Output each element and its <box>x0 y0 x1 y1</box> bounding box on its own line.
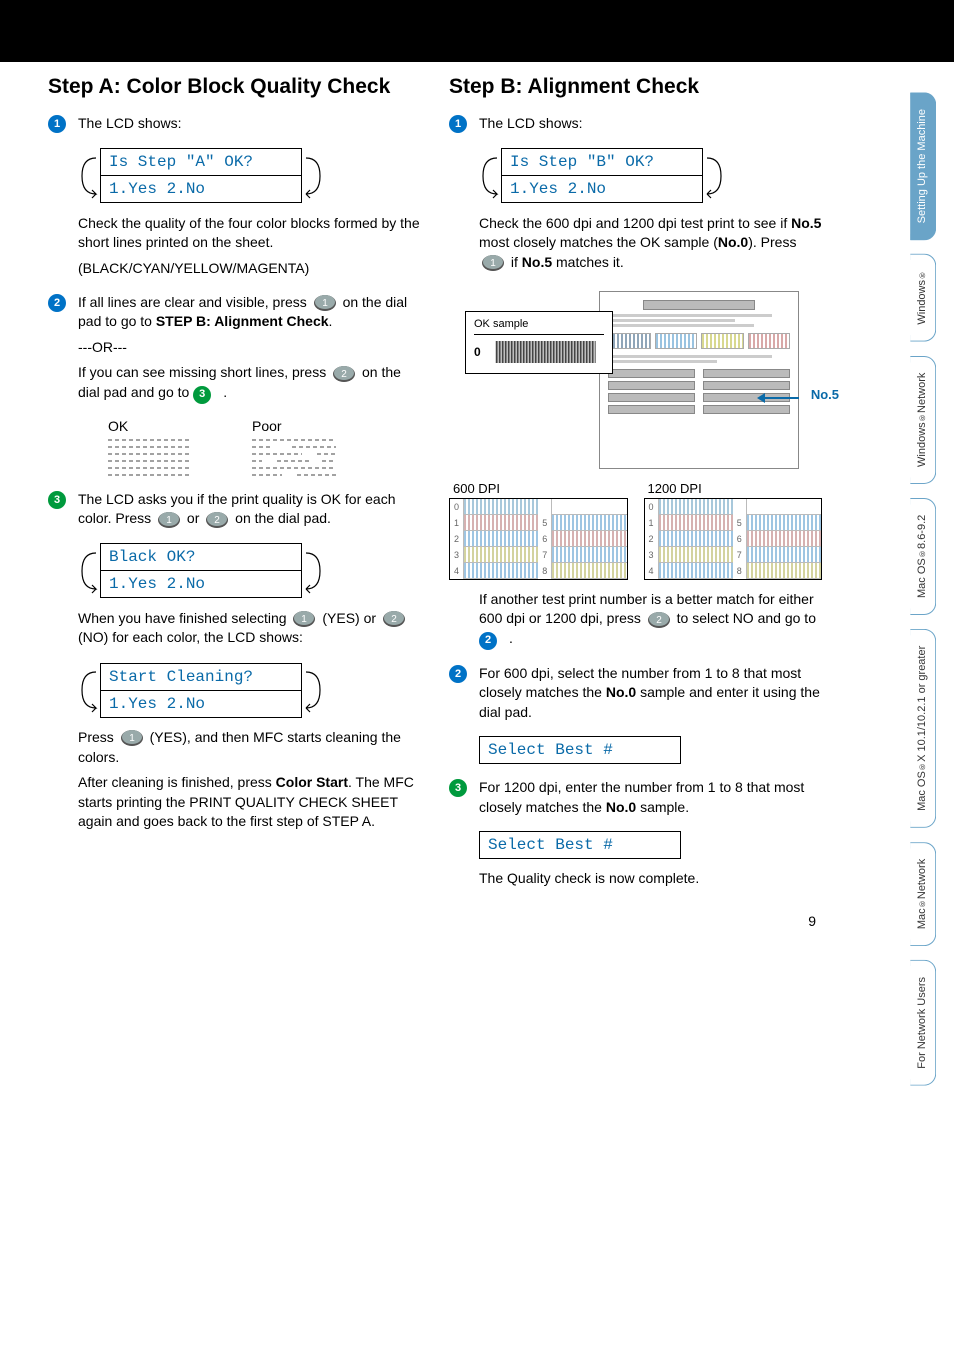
ref-stepb2-icon: 2 <box>479 632 497 650</box>
poor-label: Poor <box>252 418 336 434</box>
loop-left-icon-3 <box>78 662 100 718</box>
dpi600-grid: 0 15 26 37 48 <box>449 498 628 580</box>
step-b3-bullet: 3 <box>449 779 467 797</box>
loop-left-icon-2 <box>78 543 100 599</box>
loop-right-icon-3 <box>302 662 324 718</box>
dial-key-1b-icon: 1 <box>157 511 181 529</box>
dpi1200-grid: 0 15 26 37 48 <box>644 498 823 580</box>
step-a3-line3: Press 1 (YES), and then MFC starts clean… <box>78 728 421 767</box>
step-a1-body2: (BLACK/CYAN/YELLOW/MAGENTA) <box>78 259 421 279</box>
lcd-b3: Select Best # <box>479 831 681 859</box>
loop-right-icon-2 <box>302 543 324 599</box>
loop-left-icon-4 <box>479 148 501 204</box>
step-a-title: Step A: Color Block Quality Check <box>48 74 421 100</box>
step-b-title: Step B: Alignment Check <box>449 74 822 100</box>
step-a3-line2: When you have finished selecting 1 (YES)… <box>78 609 421 648</box>
svg-text:2: 2 <box>341 369 347 380</box>
lcd-b2: Select Best # <box>479 736 681 764</box>
svg-text:2: 2 <box>656 615 662 626</box>
lcd-a1-line1: Is Step "A" OK? <box>101 149 301 175</box>
dial-key-2b-icon: 2 <box>205 511 229 529</box>
ref-step3-icon: 3 <box>193 386 211 404</box>
step-a1-bullet: 1 <box>48 115 66 133</box>
side-tab-2[interactable]: Windows® Network <box>910 356 936 484</box>
ok-poor-samples: OK Poor <box>108 418 421 482</box>
step-b1-body: Check the 600 dpi and 1200 dpi test prin… <box>479 214 822 273</box>
svg-text:2: 2 <box>214 515 220 526</box>
step-b1-body2: If another test print number is a better… <box>479 590 822 650</box>
dial-key-1d-icon: 1 <box>120 729 144 747</box>
step-b3-line: For 1200 dpi, enter the number from 1 to… <box>479 778 822 817</box>
loop-right-icon <box>302 148 324 204</box>
svg-text:2: 2 <box>391 614 397 625</box>
side-tabs: Setting Up the Machine Windows® Windows® N… <box>910 92 954 1100</box>
dial-key-2-icon: 2 <box>332 365 356 383</box>
lcd-a3-line1: Black OK? <box>101 544 301 570</box>
ok-sample-zero: 0 <box>474 345 481 359</box>
lcd-a3b: Start Cleaning? 1.Yes 2.No <box>78 662 421 718</box>
side-tab-3[interactable]: Mac OS® 8.6-9.2 <box>910 498 936 615</box>
lcd-b2-line1: Select Best # <box>480 737 680 763</box>
no5-arrow-icon <box>757 391 799 405</box>
dial-key-2c-icon: 2 <box>382 610 406 628</box>
step-b3-final: The Quality check is now complete. <box>479 869 822 889</box>
dial-key-2d-icon: 2 <box>647 611 671 629</box>
lcd-b3-line1: Select Best # <box>480 832 680 858</box>
dial-key-1-icon: 1 <box>313 294 337 312</box>
quality-sheet-diagram: OK sample 0 No.5 <box>479 291 799 469</box>
dpi-samples: 600 DPI 0 15 26 37 48 1200 DPI 0 15 26 <box>449 481 822 580</box>
top-black-bar <box>0 0 954 62</box>
svg-text:1: 1 <box>322 298 328 309</box>
loop-right-icon-4 <box>703 148 725 204</box>
dpi1200-label: 1200 DPI <box>648 481 823 496</box>
step-a3-line4: After cleaning is finished, press Color … <box>78 773 421 832</box>
side-tab-4[interactable]: Mac OS® X 10.1/10.2.1 or greater <box>910 629 936 828</box>
step-a1-intro: The LCD shows: <box>78 114 421 134</box>
dial-key-1c-icon: 1 <box>292 610 316 628</box>
lcd-a3-line2: 1.Yes 2.No <box>101 570 301 597</box>
lcd-a3: Black OK? 1.Yes 2.No <box>78 543 421 599</box>
lcd-b1: Is Step "B" OK? 1.Yes 2.No <box>479 148 822 204</box>
svg-text:1: 1 <box>166 515 172 526</box>
step-a2-line2: If you can see missing short lines, pres… <box>78 363 421 403</box>
side-tab-0[interactable]: Setting Up the Machine <box>910 92 936 240</box>
step-b2-line: For 600 dpi, select the number from 1 to… <box>479 664 822 723</box>
pattern-ok-icon <box>108 434 192 482</box>
svg-text:1: 1 <box>129 733 135 744</box>
step-a3-bullet: 3 <box>48 491 66 509</box>
svg-text:1: 1 <box>302 614 308 625</box>
dpi600-label: 600 DPI <box>453 481 628 496</box>
side-tab-1[interactable]: Windows® <box>910 254 936 342</box>
dial-key-1e-icon: 1 <box>481 254 505 272</box>
step-b1-bullet: 1 <box>449 115 467 133</box>
lcd-a3b-line1: Start Cleaning? <box>101 664 301 690</box>
ok-label: OK <box>108 418 192 434</box>
side-tab-6[interactable]: For Network Users <box>910 960 936 1086</box>
step-a1-body: Check the quality of the four color bloc… <box>78 214 421 253</box>
ok-sample-bars-icon <box>487 339 604 365</box>
loop-left-icon <box>78 148 100 204</box>
lcd-a3b-line2: 1.Yes 2.No <box>101 690 301 717</box>
step-a3-line1: The LCD asks you if the print quality is… <box>78 490 421 529</box>
step-b-column: Step B: Alignment Check 1 The LCD shows:… <box>449 74 822 903</box>
page-number: 9 <box>808 913 816 929</box>
step-a2-line1: If all lines are clear and visible, pres… <box>78 293 421 332</box>
side-tab-5[interactable]: Mac® Network <box>910 842 936 946</box>
step-b1-intro: The LCD shows: <box>479 114 822 134</box>
page-content: Step A: Color Block Quality Check 1 The … <box>0 74 870 943</box>
pattern-poor-icon <box>252 434 336 482</box>
print-quality-sheet-icon <box>599 291 799 469</box>
lcd-a1: Is Step "A" OK? 1.Yes 2.No <box>78 148 421 204</box>
step-a2-or: ---OR--- <box>78 338 421 358</box>
step-a2-bullet: 2 <box>48 294 66 312</box>
ok-sample-label: OK sample <box>474 318 604 335</box>
svg-text:1: 1 <box>490 258 496 269</box>
no5-label: No.5 <box>811 387 839 402</box>
lcd-b1-line1: Is Step "B" OK? <box>502 149 702 175</box>
step-a-column: Step A: Color Block Quality Check 1 The … <box>48 74 421 903</box>
lcd-b1-line2: 1.Yes 2.No <box>502 175 702 202</box>
step-b2-bullet: 2 <box>449 665 467 683</box>
lcd-a1-line2: 1.Yes 2.No <box>101 175 301 202</box>
